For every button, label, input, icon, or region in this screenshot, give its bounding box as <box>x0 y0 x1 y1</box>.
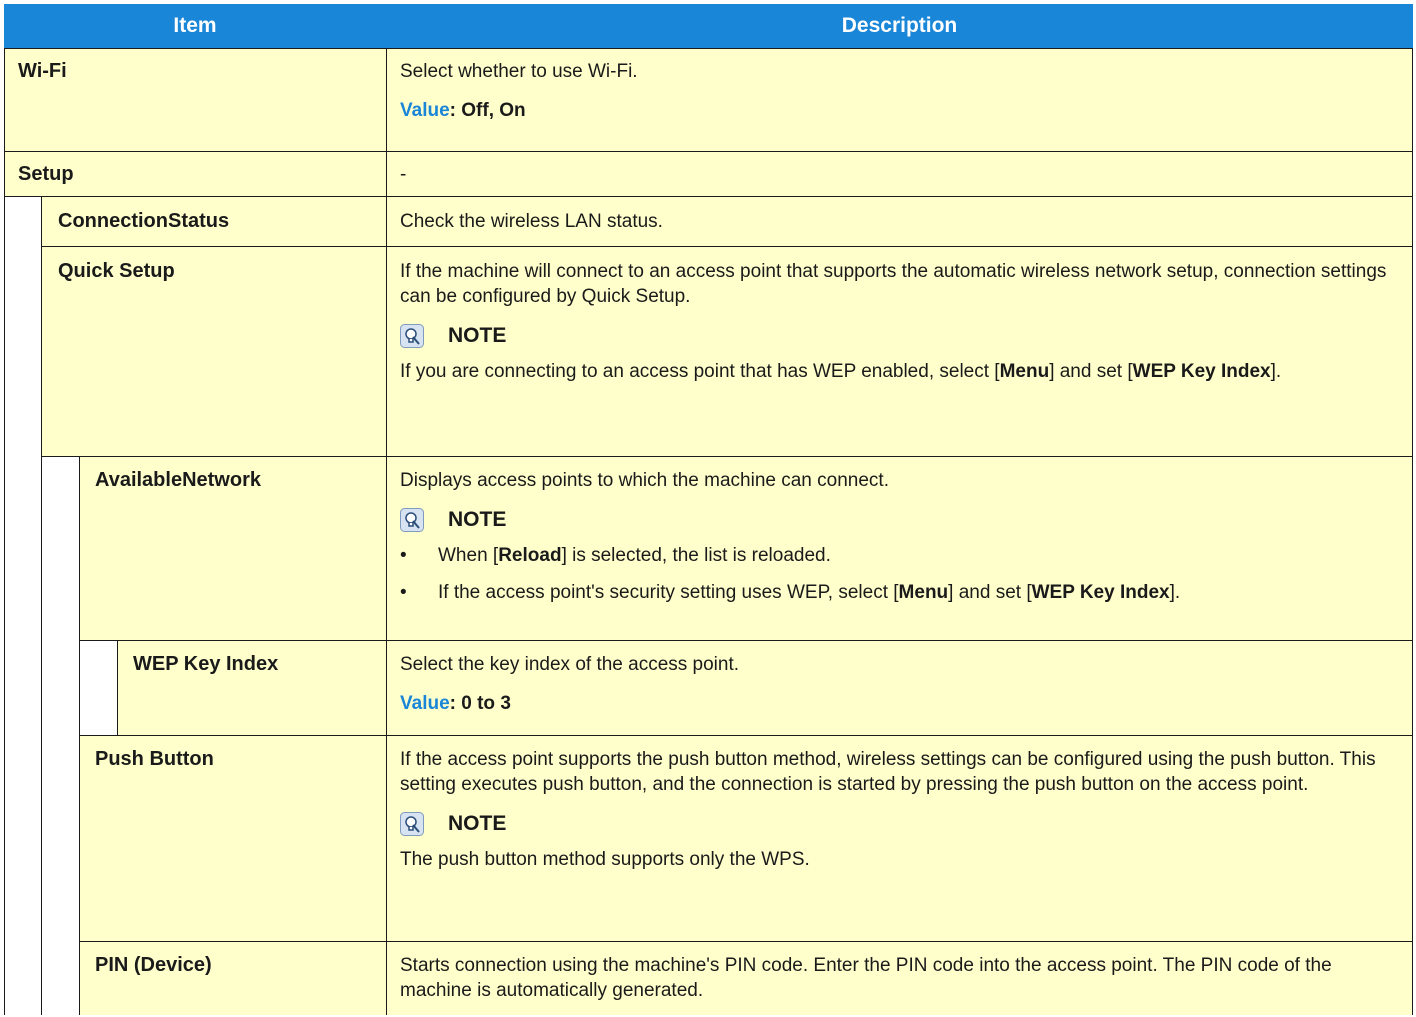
column-divider <box>117 640 118 735</box>
bullet-text: When [Reload] is selected, the list is r… <box>438 545 831 566</box>
row-divider <box>4 151 1413 152</box>
settings-table: Item Description Wi-Fi Select whether to… <box>4 4 1413 1015</box>
item-quicksetup: Quick Setup <box>58 260 175 282</box>
desc-text: Displays access points to which the mach… <box>400 470 889 491</box>
desc-connectionstatus: Check the wireless LAN status. <box>386 198 1413 248</box>
note-label: NOTE <box>448 324 507 347</box>
value-text: : 0 to 3 <box>449 693 511 714</box>
row-divider <box>41 456 1413 457</box>
row-divider <box>79 941 1413 942</box>
lightbulb-note-icon <box>400 507 424 532</box>
lightbulb-note-icon <box>400 811 424 836</box>
item-availablenetwork: AvailableNetwork <box>95 469 261 491</box>
desc-pindevice: Starts connection using the machine's PI… <box>386 942 1413 1017</box>
row-divider <box>79 640 1413 641</box>
desc-text: Starts connection using the machine's PI… <box>400 955 1332 1001</box>
desc-wifi: Select whether to use Wi-Fi. Value: Off,… <box>386 48 1413 137</box>
bullet-dot: • <box>400 545 407 566</box>
note-heading: NOTE <box>400 323 1399 348</box>
desc-text: If the machine will connect to an access… <box>400 261 1387 307</box>
row-divider <box>79 735 1413 736</box>
note-heading: NOTE <box>400 507 1399 532</box>
value-text: : Off, On <box>449 100 526 121</box>
column-divider <box>41 196 42 1015</box>
note-text-part: ]. <box>1270 361 1282 382</box>
row-divider <box>4 48 1413 49</box>
row-divider <box>4 196 1413 197</box>
item-wepkeyindex: WEP Key Index <box>133 653 279 675</box>
desc-quicksetup: If the machine will connect to an access… <box>386 248 1413 398</box>
item-setup: Setup <box>18 163 74 185</box>
column-divider <box>4 48 5 1015</box>
desc-availablenetwork: Displays access points to which the mach… <box>386 457 1413 617</box>
item-wifi: Wi-Fi <box>18 60 67 82</box>
value-label: Value <box>400 100 450 121</box>
value-line: Value: Off, On <box>400 98 1399 123</box>
header-description: Description <box>386 4 1413 48</box>
row-divider <box>41 246 1413 247</box>
desc-text: If the access point supports the push bu… <box>400 749 1376 795</box>
note-text-part: If you are connecting to an access point… <box>400 361 1000 382</box>
value-line: Value: 0 to 3 <box>400 691 1399 716</box>
note-heading: NOTE <box>400 811 1399 836</box>
note-text: If you are connecting to an access point… <box>400 359 1399 384</box>
note-text-part: ] and set [ <box>1049 361 1133 382</box>
desc-pushbutton: If the access point supports the push bu… <box>386 736 1413 886</box>
list-item: • When [Reload] is selected, the list is … <box>400 543 1399 568</box>
item-pushbutton: Push Button <box>95 748 214 770</box>
column-divider <box>79 456 80 1015</box>
desc-setup: - <box>386 151 1413 201</box>
note-text-bold: Menu <box>999 361 1050 382</box>
desc-text: Select the key index of the access point… <box>400 654 740 675</box>
desc-text: Check the wireless LAN status. <box>400 211 663 232</box>
bullet-text: If the access point's security setting u… <box>438 582 1181 603</box>
note-label: NOTE <box>448 508 507 531</box>
bullet-dot: • <box>400 582 407 603</box>
header-item: Item <box>4 4 386 48</box>
note-label: NOTE <box>448 812 507 835</box>
desc-text: - <box>400 164 407 185</box>
column-divider <box>1412 48 1413 1015</box>
list-item: • If the access point's security setting … <box>400 580 1399 605</box>
lightbulb-note-icon <box>400 323 424 348</box>
note-text: The push button method supports only the… <box>400 849 810 870</box>
column-divider <box>386 48 387 1015</box>
item-connectionstatus: ConnectionStatus <box>58 210 230 232</box>
desc-wepkeyindex: Select the key index of the access point… <box>386 641 1413 730</box>
value-label: Value <box>400 693 450 714</box>
item-pindevice: PIN (Device) <box>95 954 212 976</box>
desc-text: Select whether to use Wi-Fi. <box>400 61 638 82</box>
note-text-bold: WEP Key Index <box>1132 361 1271 382</box>
